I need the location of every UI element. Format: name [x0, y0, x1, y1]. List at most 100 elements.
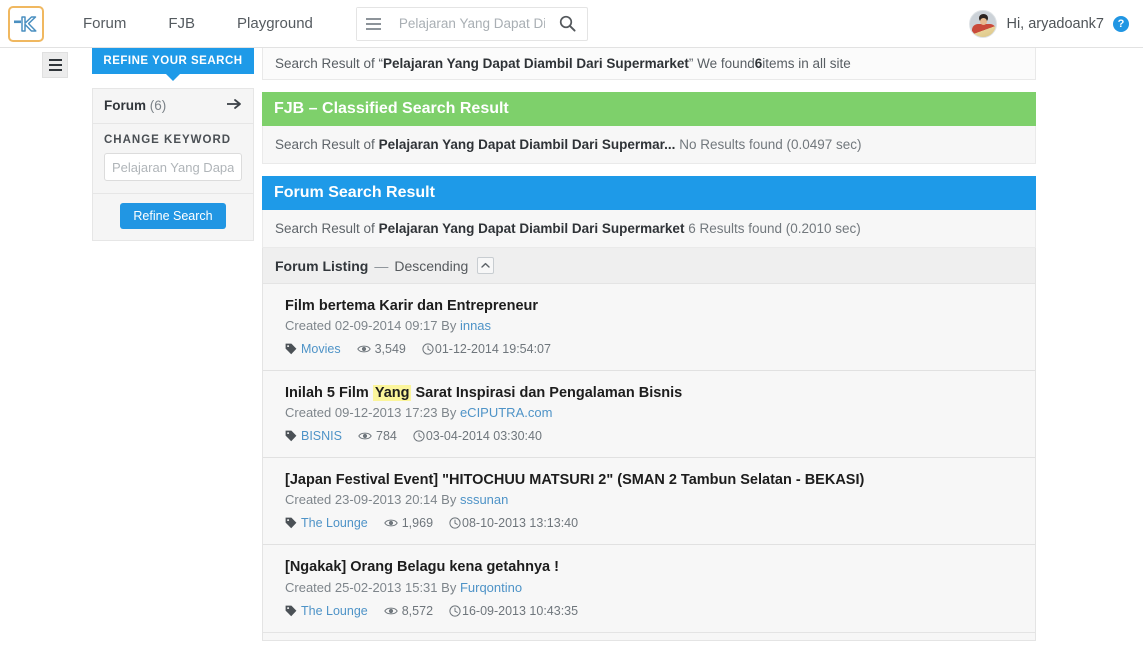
- created-date: 09-12-2013 17:23: [334, 405, 438, 421]
- result-last-post-time: 01-12-2014 19:54:07: [434, 342, 551, 357]
- result-tag[interactable]: The Lounge: [285, 516, 368, 530]
- forum-block-heading: Forum Search Result: [262, 176, 1036, 210]
- result-author-link[interactable]: sssunan: [460, 492, 508, 507]
- result-author-link[interactable]: innas: [460, 318, 491, 333]
- result-last-post: 08-10-2013 13:13:40: [449, 516, 578, 530]
- chevron-up-icon[interactable]: [477, 257, 495, 274]
- logo-k-icon: [14, 15, 37, 32]
- result-title[interactable]: [Japan Festival Event] "HITOCHUU MATSURI…: [285, 471, 1023, 490]
- result-author-link[interactable]: Furqontino: [460, 580, 522, 595]
- result-last-post: 16-09-2013 10:43:35: [449, 604, 578, 618]
- result-meta: Created 23-09-2013 20:14 By sssunan: [285, 492, 1023, 507]
- fjb-block-heading: FJB – Classified Search Result: [262, 92, 1036, 126]
- result-title[interactable]: Film bertema Karir dan Entrepreneur: [285, 297, 1023, 316]
- page-body: Search Result of “Pelajaran Yang Dapat D…: [0, 48, 1143, 652]
- result-item[interactable]: [Japan Festival Event] "HITOCHUU MATSURI…: [263, 458, 1035, 546]
- refine-sidebar: REFINE YOUR SEARCH Forum (6) CHANGE KEYW…: [92, 48, 254, 241]
- sidebar-forum-count: (6): [149, 98, 167, 113]
- result-tag[interactable]: Movies: [285, 342, 341, 356]
- created-label: Created: [285, 318, 332, 334]
- result-last-post-time: 03-04-2014 03:30:40: [425, 429, 542, 444]
- arrow-right-icon[interactable]: [226, 98, 242, 113]
- result-views: 8,572: [383, 603, 434, 618]
- nav-item-forum[interactable]: Forum: [62, 0, 147, 48]
- result-tag-link[interactable]: The Lounge: [301, 604, 368, 618]
- avatar[interactable]: [969, 10, 998, 38]
- eye-icon: [358, 431, 372, 441]
- result-views-count: 8,572: [401, 603, 434, 618]
- forum-sub-status: 6 Results found (0.2010 sec): [688, 221, 861, 236]
- by-label: By: [441, 318, 457, 334]
- search-icon[interactable]: [549, 8, 587, 40]
- change-keyword-title: CHANGE KEYWORD: [104, 134, 232, 146]
- result-title-text: Film bertema Karir dan Entrepreneur: [285, 298, 539, 314]
- search-category-hamburger-icon[interactable]: [356, 7, 391, 40]
- result-last-post: 01-12-2014 19:54:07: [422, 342, 551, 356]
- nav-item-fjb[interactable]: FJB: [147, 0, 216, 48]
- forum-sub-prefix: Search Result of: [275, 221, 379, 236]
- result-tag-link[interactable]: The Lounge: [301, 516, 368, 530]
- listing-dash: —: [374, 257, 389, 274]
- refine-your-search-tab[interactable]: REFINE YOUR SEARCH: [92, 48, 254, 81]
- result-meta: Created 02-09-2014 09:17 By innas: [285, 318, 1023, 333]
- forum-result-block: Forum Search Result Search Result of Pel…: [262, 176, 1036, 641]
- result-author-link[interactable]: eCIPUTRA.com: [460, 405, 552, 420]
- result-item[interactable]: [Ngakak] Orang Belagu kena getahnya ! Cre…: [263, 545, 1035, 632]
- result-item[interactable]: Inilah 5 Film Yang Sarat Inspirasi dan P…: [263, 371, 1035, 459]
- clock-icon: [449, 604, 461, 617]
- tag-icon: [285, 605, 297, 617]
- sidebar-toggle-hamburger-icon[interactable]: [42, 52, 68, 78]
- result-last-post-time: 08-10-2013 13:13:40: [462, 516, 579, 531]
- summary-count: 6: [754, 56, 763, 71]
- created-label: Created: [285, 579, 332, 595]
- result-meta: Created 09-12-2013 17:23 By eCIPUTRA.com: [285, 405, 1023, 420]
- help-icon[interactable]: ?: [1113, 16, 1129, 32]
- kaskus-logo[interactable]: [8, 5, 44, 42]
- user-menu[interactable]: Hi, aryadoank7 ?: [969, 0, 1129, 48]
- eye-icon: [383, 518, 398, 528]
- user-greeting: Hi, aryadoank7: [1006, 16, 1104, 32]
- result-views-count: 1,969: [401, 516, 434, 531]
- sidebar-forum-label: Forum: [104, 98, 146, 113]
- result-tag[interactable]: BISNIS: [285, 429, 342, 443]
- search-input[interactable]: [390, 8, 549, 39]
- result-views-count: 3,549: [374, 342, 406, 357]
- summary-query: Pelajaran Yang Dapat Diambil Dari Superm…: [383, 56, 689, 71]
- top-navigation-bar: Forum FJB Playground Hi, aryadoank7 ?: [0, 0, 1143, 48]
- sidebar-item-forum[interactable]: Forum (6): [93, 89, 253, 124]
- main-content: FJB – Classified Search Result Search Re…: [262, 92, 1036, 652]
- created-date: 02-09-2014 09:17: [334, 318, 438, 334]
- result-title-text: [Japan Festival Event] "HITOCHUU MATSURI…: [285, 472, 865, 489]
- result-item[interactable]: Film bertema Karir dan Entrepreneur Creat…: [263, 284, 1035, 372]
- summary-middle: ” We found: [688, 56, 755, 71]
- global-search: [355, 6, 588, 41]
- result-last-post: 03-04-2014 03:30:40: [413, 429, 542, 443]
- result-meta: Created 25-02-2013 15:31 By Furqontino: [285, 580, 1023, 595]
- clock-icon: [413, 430, 425, 442]
- summary-prefix: Search Result of “: [275, 56, 384, 71]
- by-label: By: [441, 579, 457, 595]
- forum-sub-query: Pelajaran Yang Dapat Diambil Dari Superm…: [378, 221, 685, 236]
- eye-icon: [356, 344, 371, 354]
- result-tag[interactable]: The Lounge: [285, 604, 368, 618]
- result-views: 3,549: [356, 342, 406, 357]
- created-date: 23-09-2013 20:14: [334, 492, 438, 508]
- result-title[interactable]: [Ngakak] Orang Belagu kena getahnya !: [285, 558, 1023, 577]
- result-title[interactable]: Inilah 5 Film Yang Sarat Inspirasi dan P…: [285, 384, 1023, 403]
- clock-icon: [422, 343, 434, 355]
- fjb-result-block: FJB – Classified Search Result Search Re…: [262, 92, 1036, 164]
- nav-item-playground[interactable]: Playground: [216, 0, 334, 48]
- result-views: 784: [358, 429, 397, 443]
- result-tag-link[interactable]: Movies: [301, 342, 341, 356]
- created-date: 25-02-2013 15:31: [334, 579, 438, 595]
- keyword-input[interactable]: [104, 153, 242, 181]
- fjb-sub-status: No Results found (0.0497 sec): [679, 137, 862, 152]
- listing-label: Forum Listing: [275, 257, 369, 274]
- result-title-highlight: Yang: [372, 385, 412, 402]
- tag-icon: [285, 343, 297, 355]
- result-title-text: Inilah 5 Film: [285, 385, 373, 402]
- by-label: By: [441, 405, 457, 421]
- tag-icon: [285, 430, 297, 442]
- refine-search-button[interactable]: Refine Search: [120, 203, 226, 229]
- result-tag-link[interactable]: BISNIS: [301, 429, 342, 443]
